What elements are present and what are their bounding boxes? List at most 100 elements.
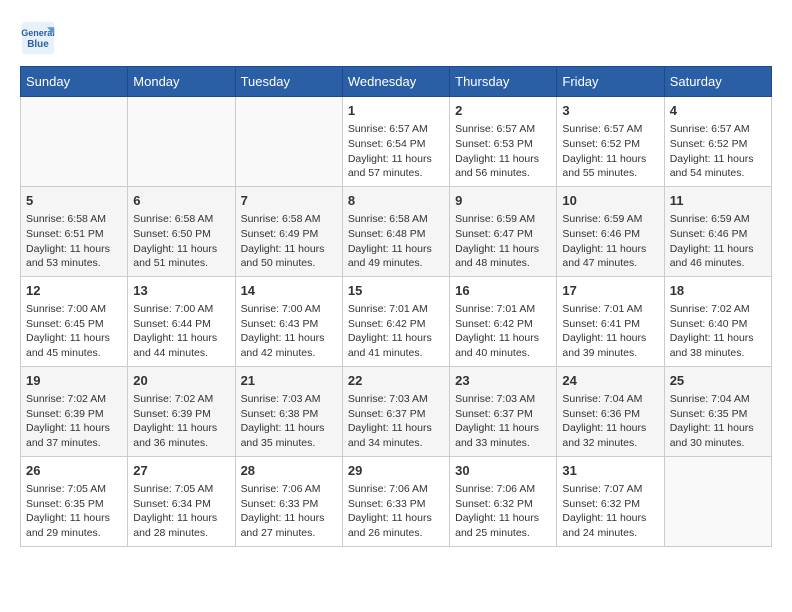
- day-info: Sunrise: 7:02 AMSunset: 6:40 PMDaylight:…: [670, 302, 766, 361]
- weekday-header-monday: Monday: [128, 67, 235, 97]
- calendar-cell: 9 Sunrise: 6:59 AMSunset: 6:47 PMDaylight…: [450, 186, 557, 276]
- day-info: Sunrise: 7:01 AMSunset: 6:42 PMDaylight:…: [348, 302, 444, 361]
- weekday-header-sunday: Sunday: [21, 67, 128, 97]
- calendar-cell: 30 Sunrise: 7:06 AMSunset: 6:32 PMDayligh…: [450, 456, 557, 546]
- calendar-week-4: 19 Sunrise: 7:02 AMSunset: 6:39 PMDayligh…: [21, 366, 772, 456]
- day-number: 27: [133, 462, 229, 480]
- day-number: 31: [562, 462, 658, 480]
- calendar-cell: 24 Sunrise: 7:04 AMSunset: 6:36 PMDayligh…: [557, 366, 664, 456]
- calendar-cell: 17 Sunrise: 7:01 AMSunset: 6:41 PMDayligh…: [557, 276, 664, 366]
- day-number: 15: [348, 282, 444, 300]
- calendar-cell: 21Sunrise: 7:03 AMSunset: 6:38 PMDayligh…: [235, 366, 342, 456]
- day-number: 29: [348, 462, 444, 480]
- calendar-cell: 23Sunrise: 7:03 AMSunset: 6:37 PMDayligh…: [450, 366, 557, 456]
- day-info: Sunrise: 7:00 AMSunset: 6:45 PMDaylight:…: [26, 302, 122, 361]
- day-info: Sunrise: 6:58 AMSunset: 6:49 PMDaylight:…: [241, 212, 337, 271]
- day-info: Sunrise: 6:59 AMSunset: 6:46 PMDaylight:…: [562, 212, 658, 271]
- day-number: 7: [241, 192, 337, 210]
- day-number: 16: [455, 282, 551, 300]
- day-info: Sunrise: 7:03 AMSunset: 6:38 PMDaylight:…: [241, 392, 337, 451]
- day-info: Sunrise: 7:01 AMSunset: 6:41 PMDaylight:…: [562, 302, 658, 361]
- calendar-cell: 8 Sunrise: 6:58 AMSunset: 6:48 PMDaylight…: [342, 186, 449, 276]
- calendar-table: SundayMondayTuesdayWednesdayThursdayFrid…: [20, 66, 772, 547]
- page-header: General Blue: [20, 20, 772, 56]
- calendar-cell: 27 Sunrise: 7:05 AMSunset: 6:34 PMDayligh…: [128, 456, 235, 546]
- calendar-week-2: 5 Sunrise: 6:58 AMSunset: 6:51 PMDaylight…: [21, 186, 772, 276]
- day-info: Sunrise: 7:07 AMSunset: 6:32 PMDaylight:…: [562, 482, 658, 541]
- calendar-cell: 22 Sunrise: 7:03 AMSunset: 6:37 PMDayligh…: [342, 366, 449, 456]
- day-info: Sunrise: 6:58 AMSunset: 6:48 PMDaylight:…: [348, 212, 444, 271]
- day-number: 22: [348, 372, 444, 390]
- calendar-cell: [664, 456, 771, 546]
- day-number: 17: [562, 282, 658, 300]
- calendar-cell: 11 Sunrise: 6:59 AMSunset: 6:46 PMDayligh…: [664, 186, 771, 276]
- day-info: Sunrise: 6:59 AMSunset: 6:46 PMDaylight:…: [670, 212, 766, 271]
- weekday-header-wednesday: Wednesday: [342, 67, 449, 97]
- calendar-cell: 20Sunrise: 7:02 AMSunset: 6:39 PMDayligh…: [128, 366, 235, 456]
- day-info: Sunrise: 6:58 AMSunset: 6:51 PMDaylight:…: [26, 212, 122, 271]
- day-number: 13: [133, 282, 229, 300]
- calendar-cell: 19 Sunrise: 7:02 AMSunset: 6:39 PMDayligh…: [21, 366, 128, 456]
- calendar-cell: 10 Sunrise: 6:59 AMSunset: 6:46 PMDayligh…: [557, 186, 664, 276]
- day-info: Sunrise: 6:57 AMSunset: 6:52 PMDaylight:…: [562, 122, 658, 181]
- calendar-cell: 26 Sunrise: 7:05 AMSunset: 6:35 PMDayligh…: [21, 456, 128, 546]
- calendar-cell: 31 Sunrise: 7:07 AMSunset: 6:32 PMDayligh…: [557, 456, 664, 546]
- calendar-cell: 3 Sunrise: 6:57 AMSunset: 6:52 PMDaylight…: [557, 97, 664, 187]
- day-number: 4: [670, 102, 766, 120]
- logo: General Blue: [20, 20, 60, 56]
- svg-text:Blue: Blue: [27, 39, 49, 50]
- logo-icon: General Blue: [20, 20, 56, 56]
- day-info: Sunrise: 7:04 AMSunset: 6:36 PMDaylight:…: [562, 392, 658, 451]
- calendar-cell: [235, 97, 342, 187]
- day-number: 11: [670, 192, 766, 210]
- calendar-cell: 12 Sunrise: 7:00 AMSunset: 6:45 PMDayligh…: [21, 276, 128, 366]
- calendar-cell: [21, 97, 128, 187]
- calendar-cell: 13 Sunrise: 7:00 AMSunset: 6:44 PMDayligh…: [128, 276, 235, 366]
- calendar-cell: 7 Sunrise: 6:58 AMSunset: 6:49 PMDaylight…: [235, 186, 342, 276]
- day-number: 24: [562, 372, 658, 390]
- day-number: 26: [26, 462, 122, 480]
- day-info: Sunrise: 7:00 AMSunset: 6:43 PMDaylight:…: [241, 302, 337, 361]
- day-info: Sunrise: 7:01 AMSunset: 6:42 PMDaylight:…: [455, 302, 551, 361]
- day-info: Sunrise: 6:57 AMSunset: 6:54 PMDaylight:…: [348, 122, 444, 181]
- day-info: Sunrise: 7:04 AMSunset: 6:35 PMDaylight:…: [670, 392, 766, 451]
- weekday-header-saturday: Saturday: [664, 67, 771, 97]
- day-info: Sunrise: 7:03 AMSunset: 6:37 PMDaylight:…: [455, 392, 551, 451]
- day-number: 5: [26, 192, 122, 210]
- day-number: 28: [241, 462, 337, 480]
- day-number: 9: [455, 192, 551, 210]
- day-info: Sunrise: 7:05 AMSunset: 6:35 PMDaylight:…: [26, 482, 122, 541]
- day-info: Sunrise: 6:57 AMSunset: 6:53 PMDaylight:…: [455, 122, 551, 181]
- calendar-week-3: 12 Sunrise: 7:00 AMSunset: 6:45 PMDayligh…: [21, 276, 772, 366]
- calendar-cell: 15 Sunrise: 7:01 AMSunset: 6:42 PMDayligh…: [342, 276, 449, 366]
- day-number: 1: [348, 102, 444, 120]
- day-info: Sunrise: 7:06 AMSunset: 6:32 PMDaylight:…: [455, 482, 551, 541]
- day-info: Sunrise: 6:59 AMSunset: 6:47 PMDaylight:…: [455, 212, 551, 271]
- calendar-cell: 4 Sunrise: 6:57 AMSunset: 6:52 PMDaylight…: [664, 97, 771, 187]
- day-info: Sunrise: 7:02 AMSunset: 6:39 PMDaylight:…: [26, 392, 122, 451]
- day-number: 18: [670, 282, 766, 300]
- day-info: Sunrise: 7:06 AMSunset: 6:33 PMDaylight:…: [348, 482, 444, 541]
- day-number: 12: [26, 282, 122, 300]
- calendar-cell: 16 Sunrise: 7:01 AMSunset: 6:42 PMDayligh…: [450, 276, 557, 366]
- day-info: Sunrise: 7:02 AMSunset: 6:39 PMDaylight:…: [133, 392, 229, 451]
- calendar-cell: 6Sunrise: 6:58 AMSunset: 6:50 PMDaylight…: [128, 186, 235, 276]
- day-info: Sunrise: 7:00 AMSunset: 6:44 PMDaylight:…: [133, 302, 229, 361]
- day-info: Sunrise: 6:58 AMSunset: 6:50 PMDaylight:…: [133, 212, 229, 271]
- day-number: 19: [26, 372, 122, 390]
- calendar-cell: 29 Sunrise: 7:06 AMSunset: 6:33 PMDayligh…: [342, 456, 449, 546]
- day-number: 2: [455, 102, 551, 120]
- weekday-header-row: SundayMondayTuesdayWednesdayThursdayFrid…: [21, 67, 772, 97]
- day-info: Sunrise: 7:05 AMSunset: 6:34 PMDaylight:…: [133, 482, 229, 541]
- day-number: 10: [562, 192, 658, 210]
- day-info: Sunrise: 6:57 AMSunset: 6:52 PMDaylight:…: [670, 122, 766, 181]
- day-number: 30: [455, 462, 551, 480]
- calendar-cell: 14 Sunrise: 7:00 AMSunset: 6:43 PMDayligh…: [235, 276, 342, 366]
- day-number: 14: [241, 282, 337, 300]
- calendar-cell: 18 Sunrise: 7:02 AMSunset: 6:40 PMDayligh…: [664, 276, 771, 366]
- day-info: Sunrise: 7:03 AMSunset: 6:37 PMDaylight:…: [348, 392, 444, 451]
- day-number: 3: [562, 102, 658, 120]
- calendar-cell: 25Sunrise: 7:04 AMSunset: 6:35 PMDayligh…: [664, 366, 771, 456]
- weekday-header-thursday: Thursday: [450, 67, 557, 97]
- day-number: 8: [348, 192, 444, 210]
